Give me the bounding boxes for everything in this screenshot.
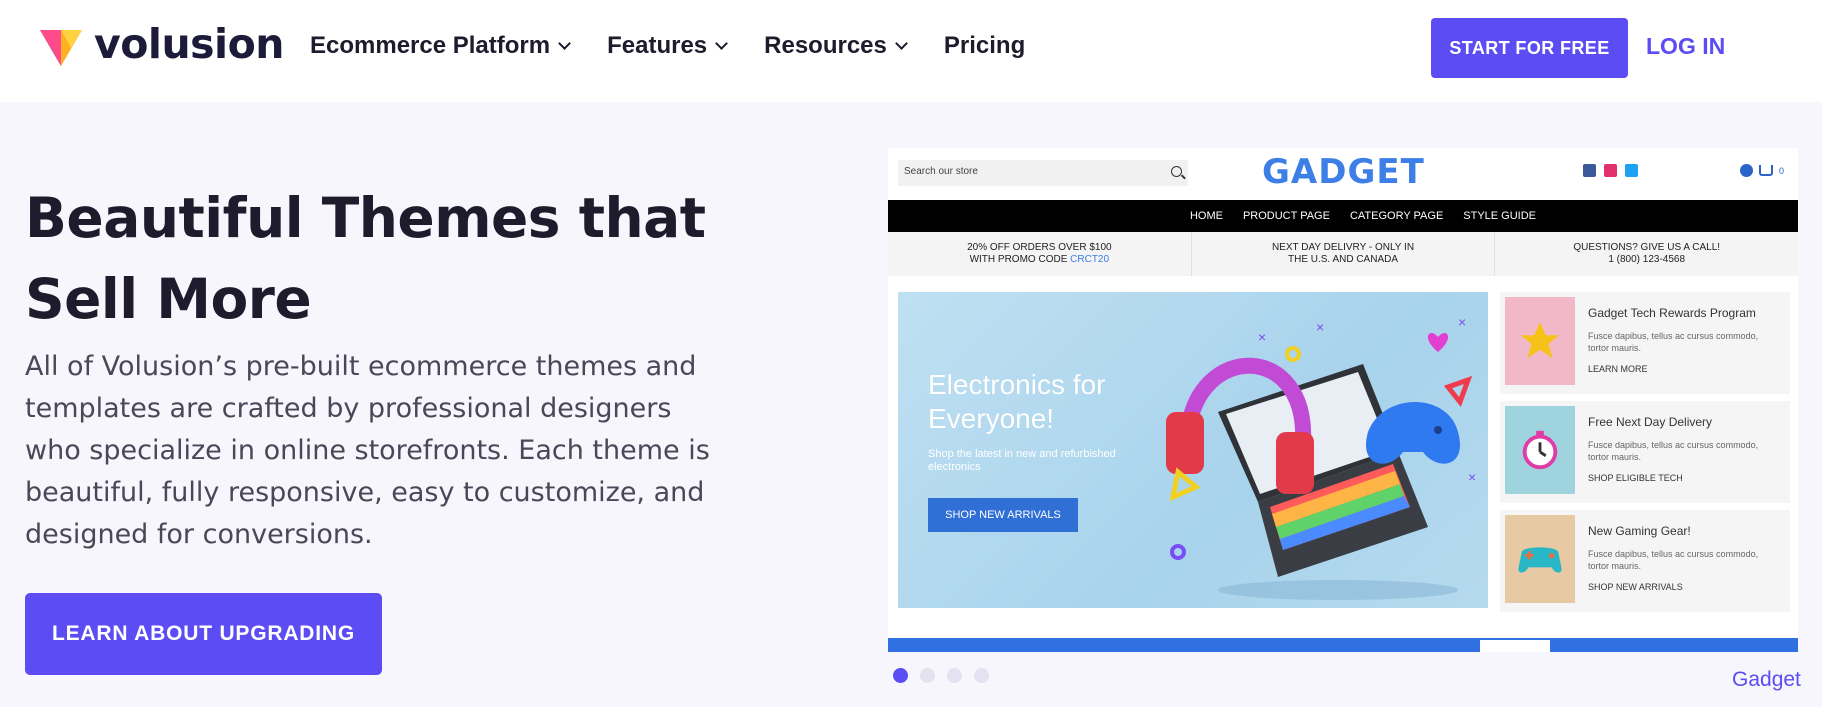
card-title: Gadget Tech Rewards Program bbox=[1588, 306, 1756, 320]
menu-label: Features bbox=[607, 32, 708, 59]
promo-line: 20% OFF ORDERS OVER $100 bbox=[967, 242, 1112, 253]
shop-new-arrivals-button[interactable]: SHOP NEW ARRIVALS bbox=[928, 498, 1078, 532]
menu-features[interactable]: Features bbox=[607, 32, 729, 60]
star-icon bbox=[1505, 297, 1575, 385]
store-search-input[interactable]: Search our store bbox=[898, 160, 1188, 186]
chevron-down-icon bbox=[715, 36, 729, 50]
hero-title: Beautiful Themes that Sell More bbox=[25, 178, 765, 340]
start-for-free-button[interactable]: START FOR FREE bbox=[1431, 18, 1628, 78]
carousel-dot[interactable] bbox=[974, 668, 989, 683]
promo-card[interactable]: New Gaming Gear! Fusce dapibus, tellus a… bbox=[1500, 510, 1790, 612]
promo-strip: 20% OFF ORDERS OVER $100 WITH PROMO CODE… bbox=[888, 232, 1798, 276]
top-nav: volusion Ecommerce Platform Features Res… bbox=[0, 0, 1822, 102]
carousel-dot[interactable] bbox=[947, 668, 962, 683]
account-icon[interactable] bbox=[1740, 164, 1753, 177]
hero-title-line2: Sell More bbox=[25, 267, 312, 331]
store-nav-product[interactable]: PRODUCT PAGE bbox=[1243, 210, 1330, 222]
card-link[interactable]: SHOP NEW ARRIVALS bbox=[1588, 582, 1683, 592]
promo-line: 1 (800) 123-4568 bbox=[1608, 254, 1686, 265]
menu-label: Resources bbox=[764, 32, 887, 59]
promo-cards: Gadget Tech Rewards Program Fusce dapibu… bbox=[1500, 292, 1790, 619]
store-brand: GADGET bbox=[1262, 152, 1425, 192]
banner-title: Electronics for Everyone! bbox=[928, 369, 1106, 434]
promo-card[interactable]: Gadget Tech Rewards Program Fusce dapibu… bbox=[1500, 292, 1790, 394]
promo-line: THE U.S. AND CANADA bbox=[1287, 254, 1399, 265]
promo-cell: 20% OFF ORDERS OVER $100 WITH PROMO CODE… bbox=[888, 232, 1192, 276]
instagram-icon[interactable] bbox=[1604, 164, 1617, 177]
main-menu: Ecommerce Platform Features Resources Pr… bbox=[310, 32, 1063, 60]
menu-ecommerce-platform[interactable]: Ecommerce Platform bbox=[310, 32, 571, 60]
menu-pricing[interactable]: Pricing bbox=[944, 32, 1025, 60]
store-nav-style-guide[interactable]: STYLE GUIDE bbox=[1463, 210, 1536, 222]
promo-line-text: WITH PROMO CODE bbox=[969, 254, 1071, 265]
promo-cell: NEXT DAY DELIVRY - ONLY IN THE U.S. AND … bbox=[1192, 232, 1496, 276]
menu-resources[interactable]: Resources bbox=[764, 32, 908, 60]
chevron-down-icon bbox=[558, 36, 571, 50]
brand-logo[interactable]: volusion bbox=[38, 20, 284, 68]
gamepad-icon bbox=[1505, 515, 1575, 603]
search-icon bbox=[1171, 166, 1182, 177]
card-title: Free Next Day Delivery bbox=[1588, 415, 1713, 429]
card-link[interactable]: LEARN MORE bbox=[1588, 364, 1648, 374]
store-search-placeholder: Search our store bbox=[904, 166, 978, 177]
promo-card[interactable]: Free Next Day Delivery Fusce dapibus, te… bbox=[1500, 401, 1790, 503]
card-text: Fusce dapibus, tellus ac cursus commodo,… bbox=[1588, 331, 1759, 353]
store-nav-home[interactable]: HOME bbox=[1190, 210, 1223, 222]
chevron-down-icon bbox=[895, 36, 908, 50]
svg-text:×: × bbox=[1316, 319, 1324, 335]
carousel-dots bbox=[893, 668, 989, 683]
twitter-icon[interactable] bbox=[1625, 164, 1638, 177]
menu-label: Pricing bbox=[943, 32, 1026, 59]
social-links bbox=[1583, 164, 1638, 177]
promo-line: WITH PROMO CODE CRCT20 bbox=[970, 254, 1109, 266]
promo-line: NEXT DAY DELIVRY - ONLY IN bbox=[1271, 242, 1415, 253]
carousel-dot[interactable] bbox=[893, 668, 908, 683]
carousel-dot[interactable] bbox=[920, 668, 935, 683]
promo-line: QUESTIONS? GIVE US A CALL! bbox=[1573, 242, 1721, 253]
login-link[interactable]: LOG IN bbox=[1646, 33, 1725, 60]
promo-code: CRCT20 bbox=[1070, 254, 1110, 265]
svg-text:×: × bbox=[1458, 314, 1466, 330]
bottom-bar-button[interactable] bbox=[1480, 640, 1550, 652]
stopwatch-icon bbox=[1505, 406, 1575, 494]
card-title: New Gaming Gear! bbox=[1588, 524, 1691, 538]
hero-description: All of Volusion’s pre-built ecommerce th… bbox=[25, 351, 710, 550]
account-cart: 0 bbox=[1740, 164, 1784, 177]
card-text: Fusce dapibus, tellus ac cursus commodo,… bbox=[1588, 549, 1759, 571]
hero-banner: Electronics for Everyone! Shop the lates… bbox=[898, 292, 1488, 608]
card-text: Fusce dapibus, tellus ac cursus commodo,… bbox=[1588, 440, 1759, 462]
menu-label: Ecommerce Platform bbox=[310, 32, 551, 59]
svg-text:×: × bbox=[1468, 469, 1476, 485]
electronics-illustration: × × × × bbox=[1166, 314, 1476, 600]
hero-title-line1: Beautiful Themes that bbox=[25, 186, 706, 250]
store-bottom-bar bbox=[888, 638, 1798, 652]
svg-text:×: × bbox=[1258, 329, 1266, 345]
promo-cell: QUESTIONS? GIVE US A CALL! 1 (800) 123-4… bbox=[1495, 232, 1798, 276]
card-link[interactable]: SHOP ELIGIBLE TECH bbox=[1588, 473, 1683, 483]
store-nav: HOME PRODUCT PAGE CATEGORY PAGE STYLE GU… bbox=[888, 200, 1798, 232]
store-nav-category[interactable]: CATEGORY PAGE bbox=[1350, 210, 1443, 222]
carousel-caption: Gadget bbox=[1732, 668, 1801, 691]
facebook-icon[interactable] bbox=[1583, 164, 1596, 177]
cart-count: 0 bbox=[1779, 165, 1785, 176]
learn-about-upgrading-button[interactable]: LEARN ABOUT UPGRADING bbox=[25, 593, 382, 675]
brand-name: volusion bbox=[94, 20, 284, 68]
cart-icon[interactable] bbox=[1759, 165, 1773, 176]
banner-subtitle: Shop the latest in new and refurbished e… bbox=[928, 448, 1116, 473]
volusion-logo-icon bbox=[40, 30, 82, 66]
theme-preview: Search our store GADGET 0 HOME PRODUCT P… bbox=[888, 148, 1798, 652]
